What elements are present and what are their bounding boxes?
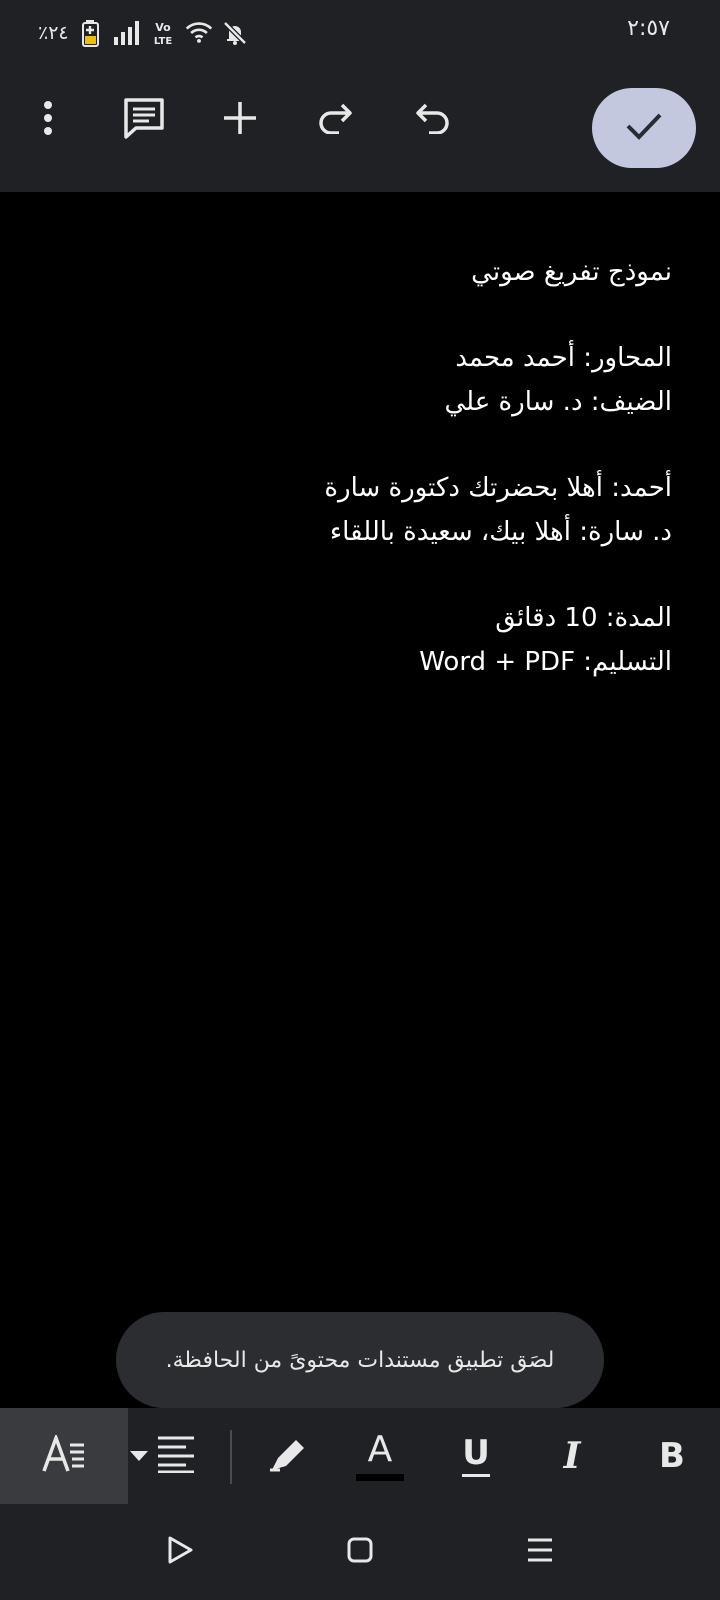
top-toolbar: [0, 64, 720, 192]
bold-button[interactable]: B: [640, 1408, 704, 1504]
redo-button[interactable]: [304, 88, 368, 152]
bold-icon: B: [659, 1436, 685, 1476]
comment-button[interactable]: [112, 88, 176, 152]
interviewer-line: المحاور: أحمد محمد: [455, 343, 672, 373]
italic-icon: I: [563, 1435, 581, 1477]
wifi-icon: [185, 19, 213, 47]
document-title: نموذج تفريغ صوتي: [471, 257, 672, 287]
undo-icon: [413, 102, 451, 138]
text-color-icon: A: [356, 1431, 404, 1481]
dialogue-line-sara: د. سارة: أهلا بيك، سعيدة باللقاء: [329, 517, 672, 547]
highlight-button[interactable]: [256, 1408, 320, 1504]
toast-text: لصَق تطبيق مستندات محتوىً من الحافظة.: [165, 1347, 555, 1373]
text-style-icon: [42, 1432, 86, 1477]
status-bar: ٪٢٤ Vo LTE ٢:٥٧: [0, 0, 720, 64]
svg-text:Vo: Vo: [155, 21, 171, 34]
recents-icon: [525, 1536, 555, 1568]
notifications-off-icon: [221, 19, 249, 47]
text-style-button[interactable]: [0, 1408, 128, 1504]
underline-icon: U: [462, 1436, 490, 1477]
delivery-line: التسليم: Word + PDF: [419, 647, 672, 677]
battery-charging-icon: [77, 19, 105, 47]
duration-line: المدة: 10 دقائق: [495, 603, 672, 633]
add-icon: [222, 100, 258, 140]
insert-button[interactable]: [208, 88, 272, 152]
guest-line: الضيف: د. سارة علي: [444, 387, 672, 417]
comment-icon: [123, 97, 165, 143]
undo-button[interactable]: [400, 88, 464, 152]
system-nav-bar: [0, 1504, 720, 1600]
document-body[interactable]: نموذج تفريغ صوتي المحاور: أحمد محمد الضي…: [30, 250, 672, 684]
battery-percent: ٪٢٤: [38, 22, 69, 44]
align-dropdown-button[interactable]: [128, 1408, 198, 1504]
volte-icon: Vo LTE: [149, 19, 177, 47]
home-button[interactable]: [328, 1520, 392, 1584]
highlighter-icon: [268, 1436, 308, 1476]
check-icon: [625, 111, 663, 145]
status-icons: ٪٢٤ Vo LTE: [38, 16, 249, 50]
italic-button[interactable]: I: [544, 1408, 600, 1504]
format-bar: A U I B: [0, 1408, 720, 1504]
text-color-button[interactable]: A: [352, 1408, 408, 1504]
dialogue-line-ahmed: أحمد: أهلا بحضرتك دكتورة سارة: [324, 473, 672, 503]
recents-button[interactable]: [508, 1520, 572, 1584]
more-vert-icon: [42, 100, 54, 140]
format-divider: [230, 1430, 232, 1484]
back-icon: [165, 1535, 195, 1569]
align-dropdown-icon: [130, 1435, 196, 1477]
back-button[interactable]: [148, 1520, 212, 1584]
signal-icon: [113, 19, 141, 47]
underline-button[interactable]: U: [448, 1408, 504, 1504]
text-color-swatch: [356, 1473, 404, 1481]
redo-icon: [317, 102, 355, 138]
status-time: ٢:٥٧: [627, 16, 670, 41]
more-options-button[interactable]: [16, 88, 80, 152]
done-button[interactable]: [592, 88, 696, 168]
svg-text:LTE: LTE: [153, 36, 172, 46]
home-icon: [346, 1536, 374, 1568]
clipboard-toast: لصَق تطبيق مستندات محتوىً من الحافظة.: [116, 1312, 604, 1408]
